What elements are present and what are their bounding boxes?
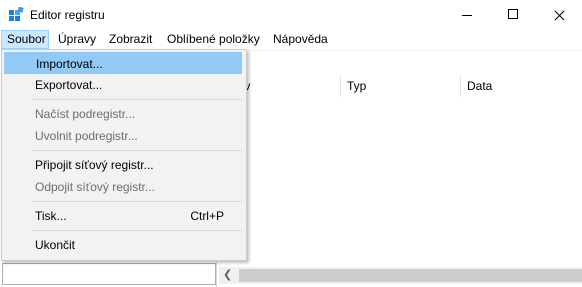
menu-item-load-hive[interactable]: Načíst podregistr... xyxy=(4,103,242,125)
scroll-left-icon[interactable]: ❮ xyxy=(223,268,232,281)
menu-oblibene[interactable]: Oblíbené položky xyxy=(162,30,265,49)
menu-item-label: Ukončit xyxy=(35,238,76,252)
window-title: Editor registru xyxy=(30,8,105,22)
menu-separator xyxy=(32,201,242,202)
menu-item-label: Odpojit síťový registr... xyxy=(35,180,155,194)
menu-item-connect-network-registry[interactable]: Připojit síťový registr... xyxy=(4,154,242,176)
menu-bar: Soubor Úpravy Zobrazit Oblíbené položky … xyxy=(0,30,582,50)
menu-soubor[interactable]: Soubor xyxy=(1,30,49,49)
menu-item-exit[interactable]: Ukončit xyxy=(4,234,242,256)
regedit-icon xyxy=(9,7,24,21)
menu-zobrazit[interactable]: Zobrazit xyxy=(104,30,157,49)
close-button[interactable] xyxy=(536,0,582,31)
menu-item-import[interactable]: Importovat... xyxy=(4,52,242,74)
values-list-pane[interactable]: ázev Typ Data xyxy=(219,71,582,287)
horizontal-scrollbar[interactable]: ❮ xyxy=(219,267,582,284)
menu-item-label: Uvolnit podregistr... xyxy=(35,129,138,143)
menu-item-shortcut: Ctrl+P xyxy=(190,209,224,223)
menu-separator xyxy=(32,99,242,100)
menu-item-export[interactable]: Exportovat... xyxy=(4,74,242,96)
menu-item-label: Importovat... xyxy=(36,57,103,71)
menu-upravy[interactable]: Úpravy xyxy=(53,30,101,49)
menu-separator xyxy=(32,230,242,231)
column-header-type[interactable]: Typ xyxy=(341,75,461,97)
file-menu-dropdown: Importovat... Exportovat... Načíst podre… xyxy=(1,49,247,261)
menu-item-label: Tisk... xyxy=(35,209,67,223)
menu-item-unload-hive[interactable]: Uvolnit podregistr... xyxy=(4,125,242,147)
menu-item-label: Načíst podregistr... xyxy=(35,107,136,121)
maximize-button[interactable] xyxy=(490,0,536,31)
menu-item-label: Exportovat... xyxy=(35,78,103,92)
menu-item-print[interactable]: Tisk... Ctrl+P xyxy=(4,205,242,227)
title-bar: Editor registru xyxy=(0,0,582,31)
menu-separator xyxy=(32,150,242,151)
tree-scroll-area[interactable] xyxy=(2,263,216,285)
scrollbar-thumb[interactable] xyxy=(239,269,582,282)
menu-napoveda[interactable]: Nápověda xyxy=(268,30,333,49)
menu-item-label: Připojit síťový registr... xyxy=(35,158,154,172)
minimize-button[interactable] xyxy=(444,0,490,31)
column-header-data[interactable]: Data xyxy=(461,75,582,97)
menu-item-disconnect-network-registry[interactable]: Odpojit síťový registr... xyxy=(4,176,242,198)
